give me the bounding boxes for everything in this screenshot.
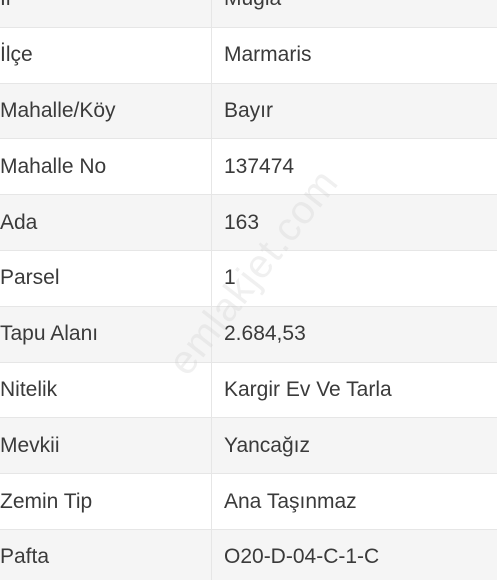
row-label-il: İl bbox=[0, 0, 212, 27]
row-label-mahalle-no: Mahalle No bbox=[0, 139, 212, 195]
row-label-zemin-tip: Zemin Tip bbox=[0, 474, 212, 529]
row-value-parsel: 1 bbox=[224, 266, 236, 290]
row-label-nitelik: Nitelik bbox=[0, 362, 212, 418]
parcel-info-table: İl Muğla İlçe Marmaris Mahalle/Köy Bayır… bbox=[0, 0, 497, 580]
row-label-mahalle-koy: Mahalle/Köy bbox=[0, 83, 212, 139]
row-value-mahalle-koy: Bayır bbox=[224, 98, 274, 122]
row-label-pafta: Pafta bbox=[0, 529, 212, 580]
table-row: İlçe Marmaris bbox=[0, 27, 497, 84]
row-value-ilce: Marmaris bbox=[224, 43, 312, 67]
row-value-pafta: O20-D-04-C-1-C bbox=[224, 545, 380, 569]
row-value-ada: 163 bbox=[224, 210, 260, 234]
parcel-info-rows: İl Muğla İlçe Marmaris Mahalle/Köy Bayır… bbox=[0, 0, 497, 580]
row-label-parsel: Parsel bbox=[0, 250, 212, 306]
table-row: Mevkii Yancağız bbox=[0, 418, 497, 475]
table-row: Parsel 1 bbox=[0, 250, 497, 307]
table-row: Nitelik Kargir Ev Ve Tarla bbox=[0, 362, 497, 419]
row-label-ilce: İlçe bbox=[0, 27, 212, 83]
table-row: Zemin Tip Ana Taşınmaz bbox=[0, 474, 497, 530]
table-row: İl Muğla bbox=[0, 0, 497, 28]
table-row: Tapu Alanı 2.684,53 bbox=[0, 306, 497, 363]
row-value-mahalle-no: 137474 bbox=[224, 154, 295, 178]
table-row: Ada 163 bbox=[0, 195, 497, 251]
row-label-ada: Ada bbox=[0, 195, 212, 250]
table-row: Pafta O20-D-04-C-1-C bbox=[0, 529, 497, 580]
row-value-nitelik: Kargir Ev Ve Tarla bbox=[224, 377, 392, 401]
row-label-tapu-alani: Tapu Alanı bbox=[0, 306, 212, 362]
table-row: Mahalle No 137474 bbox=[0, 139, 497, 196]
row-value-mevkii: Yancağız bbox=[224, 433, 310, 457]
row-value-tapu-alani: 2.684,53 bbox=[224, 322, 306, 346]
row-value-zemin-tip: Ana Taşınmaz bbox=[224, 489, 357, 513]
table-row: Mahalle/Köy Bayır bbox=[0, 83, 497, 140]
row-value-il: Muğla bbox=[212, 0, 497, 27]
row-label-mevkii: Mevkii bbox=[0, 418, 212, 474]
